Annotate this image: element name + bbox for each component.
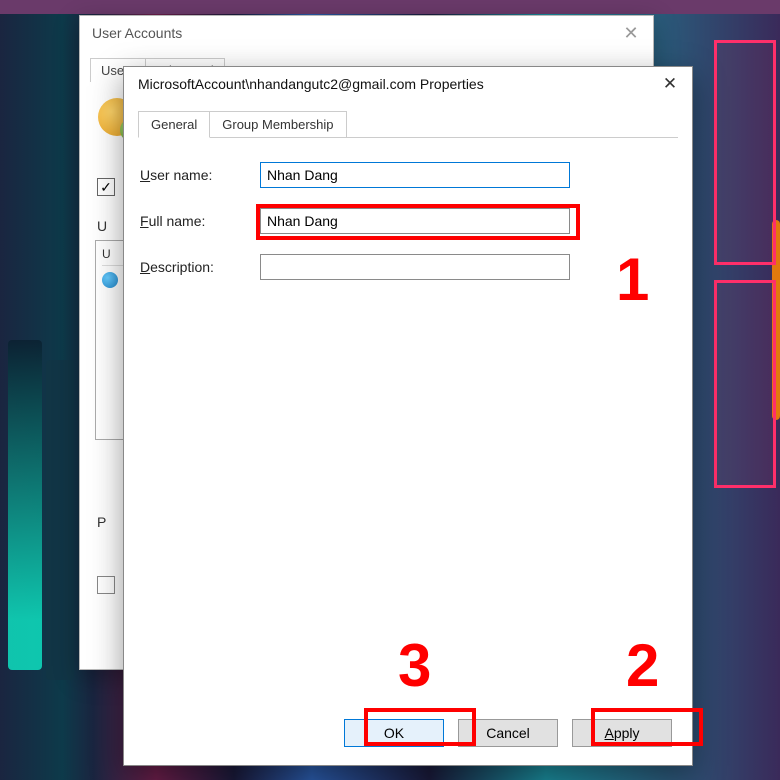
dialog-title: MicrosoftAccount\nhandangutc2@gmail.com … [138, 76, 484, 92]
dialog-titlebar: User Accounts ✕ [80, 16, 653, 50]
apply-mnemonic: A [604, 725, 613, 741]
close-icon[interactable]: ✕ [648, 68, 692, 100]
cancel-button[interactable]: Cancel [458, 719, 558, 747]
ok-button[interactable]: OK [344, 719, 444, 747]
tab-general[interactable]: General [138, 111, 210, 138]
form-panel: User name: Full name: Description: [124, 138, 692, 316]
username-field[interactable] [260, 162, 570, 188]
fullname-field[interactable] [260, 208, 570, 234]
bg-neon-frame [714, 280, 776, 488]
bg-neon-frame [714, 40, 776, 265]
label-fullname: Full name: [140, 213, 260, 229]
dialog-titlebar: MicrosoftAccount\nhandangutc2@gmail.com … [124, 67, 692, 101]
tab-strip: General Group Membership [138, 111, 678, 138]
label-users: U [97, 218, 107, 234]
close-icon[interactable]: ✕ [609, 17, 653, 49]
button-row: OK Cancel Apply [344, 719, 672, 747]
bg-neon-bar [8, 340, 42, 670]
bg-stripe [0, 0, 780, 14]
bg-neon-bar [46, 360, 74, 680]
apply-button[interactable]: Apply [572, 719, 672, 747]
label-p: P [97, 514, 106, 530]
tab-group-membership[interactable]: Group Membership [210, 111, 346, 138]
cancel-label: Cancel [486, 725, 530, 741]
avatar-icon [102, 272, 118, 288]
label-description: Description: [140, 259, 260, 275]
apply-label: pply [614, 725, 640, 741]
dialog-title: User Accounts [92, 25, 182, 41]
properties-dialog: MicrosoftAccount\nhandangutc2@gmail.com … [123, 66, 693, 766]
checkbox[interactable] [97, 576, 115, 594]
label-username: User name: [140, 167, 260, 183]
ok-label: OK [384, 725, 404, 741]
description-field[interactable] [260, 254, 570, 280]
check-mark-icon: ✓ [100, 179, 112, 196]
checkbox[interactable]: ✓ [97, 178, 115, 196]
